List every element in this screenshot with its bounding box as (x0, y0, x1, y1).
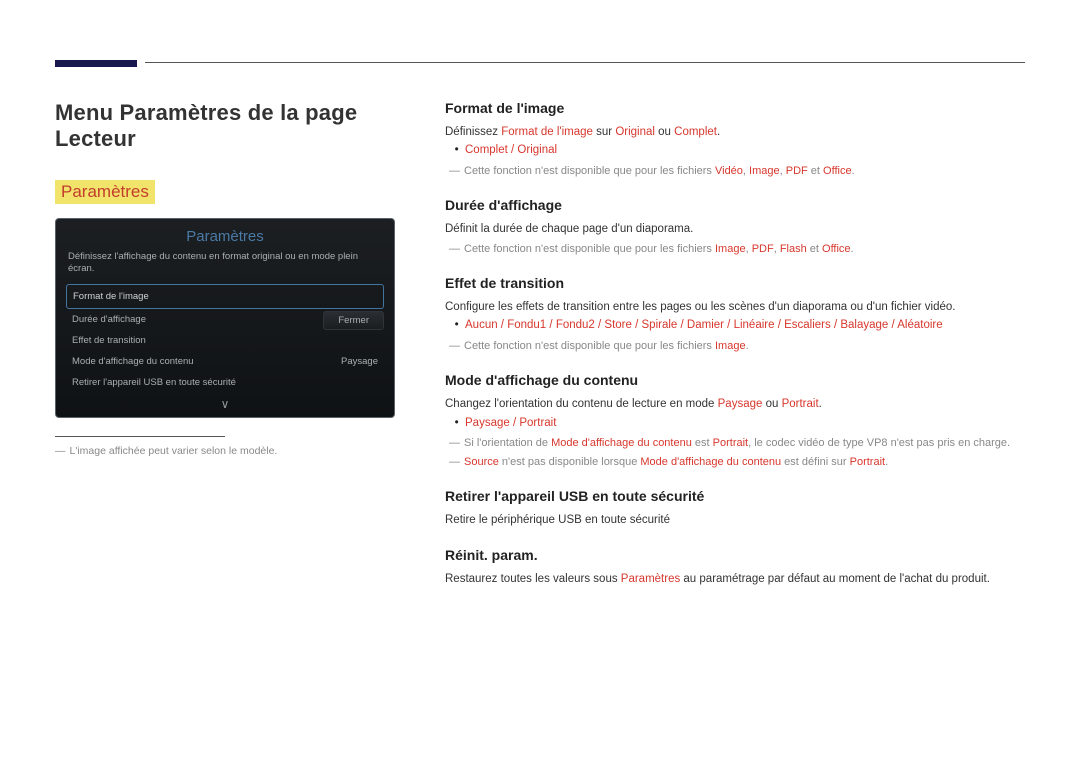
option-format: Complet / Original (465, 141, 1025, 161)
heading-duree: Durée d'affichage (445, 197, 1025, 213)
chevron-down-icon: ∨ (56, 393, 394, 411)
text-mode: Changez l'orientation du contenu de lect… (445, 396, 1025, 413)
panel-item-label: Format de l'image (73, 291, 149, 302)
note-mode-2: ―Source n'est pas disponible lorsque Mod… (445, 454, 1025, 471)
note-mode-1: ―Si l'orientation de Mode d'affichage du… (445, 435, 1025, 452)
page-title: Menu Paramètres de la page Lecteur (55, 100, 405, 152)
panel-item-mode: Mode d'affichage du contenu Paysage (56, 351, 394, 372)
heading-reinit: Réinit. param. (445, 547, 1025, 563)
caption-rule (55, 436, 225, 437)
header-accent (55, 60, 137, 67)
panel-item-label: Effet de transition (72, 335, 146, 346)
panel-item-label: Durée d'affichage (72, 314, 146, 325)
section-duree: Durée d'affichage Définit la durée de ch… (445, 197, 1025, 257)
heading-mode: Mode d'affichage du contenu (445, 372, 1025, 388)
text-usb: Retire le périphérique USB en toute sécu… (445, 512, 1025, 529)
option-effet: Aucun / Fondu1 / Fondu2 / Store / Spiral… (465, 316, 1025, 336)
option-mode: Paysage / Portrait (465, 414, 1025, 434)
panel-description: Définissez l'affichage du contenu en for… (56, 250, 394, 284)
heading-effet: Effet de transition (445, 275, 1025, 291)
heading-usb: Retirer l'appareil USB en toute sécurité (445, 488, 1025, 504)
panel-item-format: Format de l'image (66, 284, 384, 309)
panel-title: Paramètres (56, 225, 394, 250)
panel-item-usb: Retirer l'appareil USB en toute sécurité (56, 372, 394, 393)
section-label-parametres: Paramètres (55, 180, 155, 204)
text-reinit: Restaurez toutes les valeurs sous Paramè… (445, 571, 1025, 588)
note-format: ―Cette fonction n'est disponible que pou… (445, 163, 1025, 180)
section-usb: Retirer l'appareil USB en toute sécurité… (445, 488, 1025, 529)
text-effet: Configure les effets de transition entre… (445, 299, 1025, 316)
image-caption: ―L'image affichée peut varier selon le m… (55, 445, 405, 457)
panel-item-effet: Effet de transition (56, 330, 394, 351)
section-mode: Mode d'affichage du contenu Changez l'or… (445, 372, 1025, 470)
header-rule (55, 62, 1025, 63)
section-reinit: Réinit. param. Restaurez toutes les vale… (445, 547, 1025, 588)
section-format: Format de l'image Définissez Format de l… (445, 100, 1025, 179)
close-button[interactable]: Fermer (323, 311, 384, 330)
panel-item-value: Paysage (341, 356, 378, 367)
panel-item-label: Retirer l'appareil USB en toute sécurité (72, 377, 236, 388)
text-duree: Définit la durée de chaque page d'un dia… (445, 221, 1025, 238)
heading-format: Format de l'image (445, 100, 1025, 116)
panel-item-duree: Durée d'affichage (56, 309, 323, 330)
note-effet: ―Cette fonction n'est disponible que pou… (445, 338, 1025, 355)
left-column: Menu Paramètres de la page Lecteur Param… (55, 100, 405, 607)
text-format: Définissez Format de l'image sur Origina… (445, 124, 1025, 141)
panel-item-label: Mode d'affichage du contenu (72, 356, 194, 367)
right-column: Format de l'image Définissez Format de l… (445, 100, 1025, 607)
section-effet: Effet de transition Configure les effets… (445, 275, 1025, 354)
settings-panel-illustration: Paramètres Définissez l'affichage du con… (55, 218, 395, 418)
note-duree: ―Cette fonction n'est disponible que pou… (445, 241, 1025, 258)
